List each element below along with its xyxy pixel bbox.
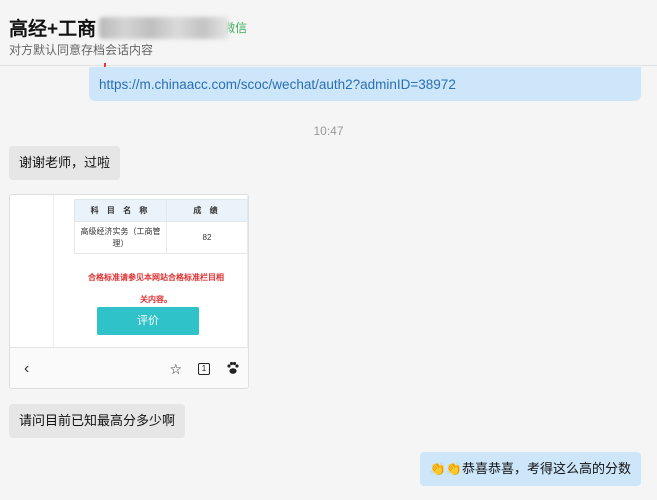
clapping-hands-icon: 👏👏 [429, 461, 462, 476]
chat-title[interactable]: 高经+工商 微信 [9, 14, 247, 41]
message-bubble-congrats: 👏👏恭喜恭喜，考得这么高的分数 [419, 452, 641, 486]
message-link-bubble: https://m.chinaacc.com/scoc/wechat/auth2… [89, 67, 641, 101]
cell-subject: 高级经济实务（工商管理） [74, 221, 167, 254]
tabs-icon: 1 [198, 363, 210, 375]
phone-screen: 科 目 名 称 成 绩 高级经济实务（工商管理） 82 合格标准请参见本网站合格… [53, 195, 248, 347]
table-row: 高级经济实务（工商管理） 82 [74, 221, 248, 254]
contact-name: 高经+工商 [9, 19, 97, 40]
auth-link[interactable]: https://m.chinaacc.com/scoc/wechat/auth2… [99, 77, 456, 92]
score-table: 科 目 名 称 成 绩 高级经济实务（工商管理） 82 [74, 199, 248, 254]
paw-icon [226, 361, 240, 377]
cell-score: 82 [166, 221, 248, 254]
screenshot-image-message[interactable]: 科 目 名 称 成 绩 高级经济实务（工商管理） 82 合格标准请参见本网站合格… [9, 194, 249, 389]
archive-notice: 对方默认同意存档会话内容 [9, 43, 154, 57]
evaluate-button: 评价 [97, 307, 199, 335]
redacted-name-blur [99, 16, 230, 39]
table-header-score: 成 绩 [166, 199, 248, 222]
message-list: https://m.chinaacc.com/scoc/wechat/auth2… [0, 63, 657, 500]
table-header-subject: 科 目 名 称 [74, 199, 167, 222]
note-line-1: 合格标准请参见本网站合格标准栏目相 [88, 273, 224, 282]
message-timestamp: 10:47 [313, 124, 344, 138]
message-bubble-question: 请问目前已知最高分多少啊 [9, 404, 186, 438]
pass-standard-note: 合格标准请参见本网站合格标准栏目相 关内容。 [66, 267, 246, 311]
message-bubble-thanks: 谢谢老师，过啦 [9, 146, 121, 180]
congrats-text: 恭喜恭喜，考得这么高的分数 [461, 461, 631, 476]
back-icon: ‹ [24, 360, 30, 377]
chat-header: 高经+工商 微信 对方默认同意存档会话内容 [0, 0, 657, 66]
star-icon: ☆ [169, 361, 182, 377]
phone-browser-toolbar: ‹ ☆ 1 [10, 347, 248, 388]
